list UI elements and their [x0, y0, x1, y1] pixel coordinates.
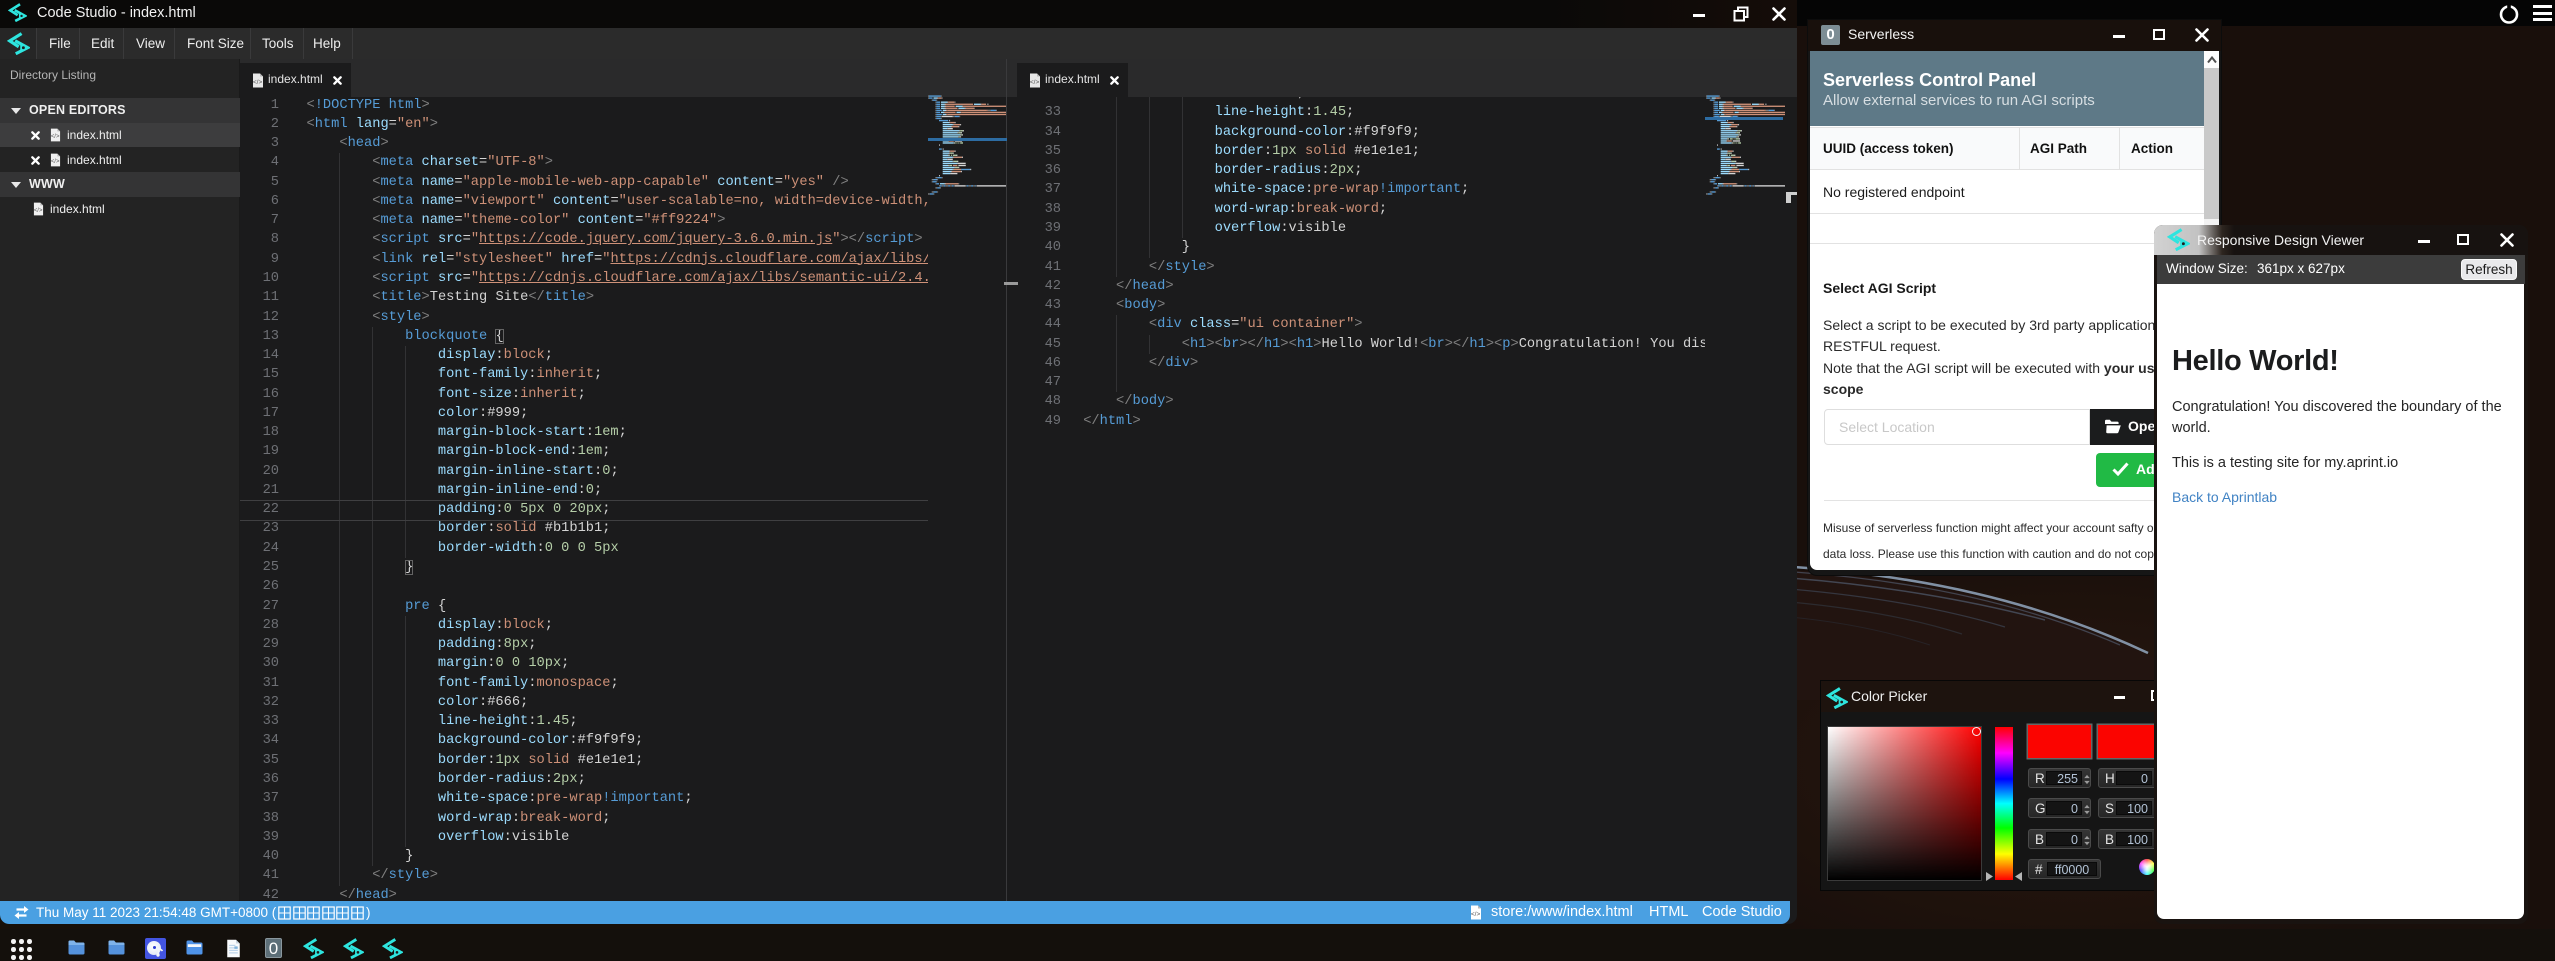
- svg-text:</>: </>: [1030, 79, 1040, 86]
- svg-text:</>: </>: [34, 208, 43, 214]
- svg-text:</>: </>: [51, 159, 60, 165]
- svg-text:</>: </>: [253, 79, 263, 86]
- svg-text:</>: </>: [1471, 911, 1481, 918]
- svg-text:</>: </>: [51, 134, 60, 140]
